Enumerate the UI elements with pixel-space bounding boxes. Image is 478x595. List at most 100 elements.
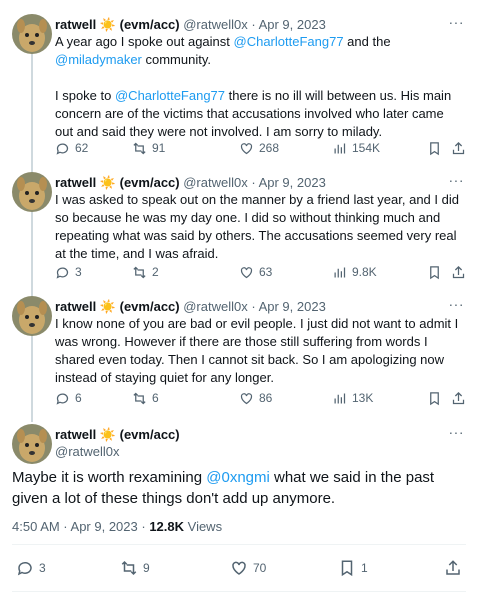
avatar[interactable]	[12, 172, 52, 212]
views-button[interactable]: 13K	[332, 388, 373, 408]
views-button[interactable]: 154K	[332, 138, 380, 158]
text-segment: and the	[343, 34, 391, 49]
divider	[12, 591, 466, 592]
handle[interactable]: @ratwell0x	[183, 175, 248, 190]
display-tag[interactable]: (evm/acc)	[120, 17, 180, 32]
tweet-actions: 6 6 86 13K	[55, 388, 465, 408]
reply-count: 3	[39, 561, 46, 575]
mention-link[interactable]: @CharlotteFang77	[115, 88, 225, 103]
like-button[interactable]: 70	[230, 558, 266, 578]
share-button[interactable]	[451, 262, 466, 282]
heart-icon	[240, 266, 253, 278]
share-icon	[452, 141, 465, 154]
display-tag[interactable]: (evm/acc)	[120, 299, 180, 314]
retweet-icon	[133, 266, 146, 278]
sun-icon: ☀️	[99, 17, 116, 32]
reply-button[interactable]: 3	[55, 262, 82, 282]
avatar[interactable]	[12, 424, 52, 464]
main-tweet-actions: 3 9 70 1	[12, 558, 468, 580]
reply-icon	[56, 267, 69, 279]
like-button[interactable]: 86	[239, 388, 272, 408]
tweet-header: ratwell ☀️ (evm/acc) @ratwell0x · Apr 9,…	[55, 16, 326, 33]
view-count: 13K	[352, 391, 374, 405]
more-options-icon[interactable]: ···	[449, 296, 465, 312]
views-button[interactable]: 9.8K	[332, 262, 377, 282]
reply-icon	[56, 143, 69, 155]
retweet-button[interactable]: 9	[120, 558, 150, 578]
mention-link[interactable]: @miladymaker	[55, 52, 142, 67]
reply-count: 3	[75, 265, 82, 279]
mention-link[interactable]: @CharlotteFang77	[234, 34, 344, 49]
reply-icon	[17, 561, 32, 576]
mention-link[interactable]: @0xngmi	[206, 469, 270, 486]
bookmark-button[interactable]	[427, 388, 442, 408]
retweet-count: 6	[152, 391, 159, 405]
text-segment: Maybe it is worth rexamining	[12, 469, 207, 486]
display-name[interactable]: ratwell	[55, 299, 96, 314]
retweet-icon	[133, 142, 146, 154]
display-name[interactable]: ratwell	[55, 427, 96, 442]
like-button[interactable]: 268	[239, 138, 279, 158]
bookmark-count: 1	[361, 561, 368, 575]
retweet-button[interactable]: 6	[132, 388, 159, 408]
heart-icon	[240, 392, 253, 404]
share-button[interactable]	[451, 388, 466, 408]
share-icon	[452, 391, 465, 404]
share-icon	[446, 560, 460, 575]
main-tweet-header: ratwell ☀️ (evm/acc) @ratwell0x	[55, 426, 180, 460]
bookmark-button[interactable]: 1	[338, 558, 368, 578]
separator: ·	[247, 299, 259, 314]
reply-button[interactable]: 6	[55, 388, 82, 408]
handle[interactable]: @ratwell0x	[55, 443, 180, 460]
share-button[interactable]	[444, 558, 462, 578]
share-button[interactable]	[451, 138, 466, 158]
avatar[interactable]	[12, 14, 52, 54]
views-label: Views	[184, 519, 223, 534]
bookmark-icon	[430, 391, 439, 405]
tweet-text: A year ago I spoke out against @Charlott…	[55, 33, 465, 141]
analytics-icon	[334, 393, 346, 403]
avatar[interactable]	[12, 296, 52, 336]
analytics-icon	[334, 143, 346, 153]
tweet-text: I was asked to speak out on the manner b…	[55, 192, 459, 261]
separator: ·	[247, 17, 259, 32]
retweet-button[interactable]: 91	[132, 138, 165, 158]
like-button[interactable]: 63	[239, 262, 272, 282]
handle[interactable]: @ratwell0x	[183, 17, 248, 32]
thread-line	[31, 52, 33, 422]
reply-button[interactable]: 3	[16, 558, 46, 578]
tweet-actions: 3 2 63 9.8K	[55, 262, 465, 282]
tweet-date[interactable]: Apr 9, 2023	[259, 175, 326, 190]
reply-count: 6	[75, 391, 82, 405]
reply-count: 62	[75, 141, 89, 155]
like-count: 63	[259, 265, 273, 279]
bookmark-button[interactable]	[427, 262, 442, 282]
display-tag[interactable]: (evm/acc)	[120, 427, 180, 442]
handle[interactable]: @ratwell0x	[183, 299, 248, 314]
share-icon	[452, 265, 465, 278]
more-options-icon[interactable]: ···	[449, 424, 465, 440]
more-options-icon[interactable]: ···	[449, 172, 465, 188]
like-count: 70	[253, 561, 267, 575]
like-count: 268	[259, 141, 280, 155]
heart-icon	[240, 142, 253, 154]
more-options-icon[interactable]: ···	[449, 14, 465, 30]
text-segment: A year ago I spoke out against	[55, 34, 234, 49]
bookmark-button[interactable]	[427, 138, 442, 158]
display-name[interactable]: ratwell	[55, 17, 96, 32]
tweet-date[interactable]: Apr 9, 2023	[259, 17, 326, 32]
tweet-date[interactable]: Apr 9, 2023	[259, 299, 326, 314]
display-name[interactable]: ratwell	[55, 175, 96, 190]
bookmark-icon	[341, 560, 353, 577]
timestamp[interactable]: 4:50 AM · Apr 9, 2023 ·	[12, 519, 149, 534]
bookmark-icon	[430, 265, 439, 279]
display-tag[interactable]: (evm/acc)	[120, 175, 180, 190]
bookmark-icon	[430, 141, 439, 155]
sun-icon: ☀️	[99, 427, 116, 442]
retweet-button[interactable]: 2	[132, 262, 159, 282]
heart-icon	[232, 561, 246, 575]
reply-button[interactable]: 62	[55, 138, 88, 158]
retweet-icon	[133, 392, 146, 404]
reply-icon	[56, 393, 69, 405]
text-segment: I spoke to	[55, 88, 115, 103]
